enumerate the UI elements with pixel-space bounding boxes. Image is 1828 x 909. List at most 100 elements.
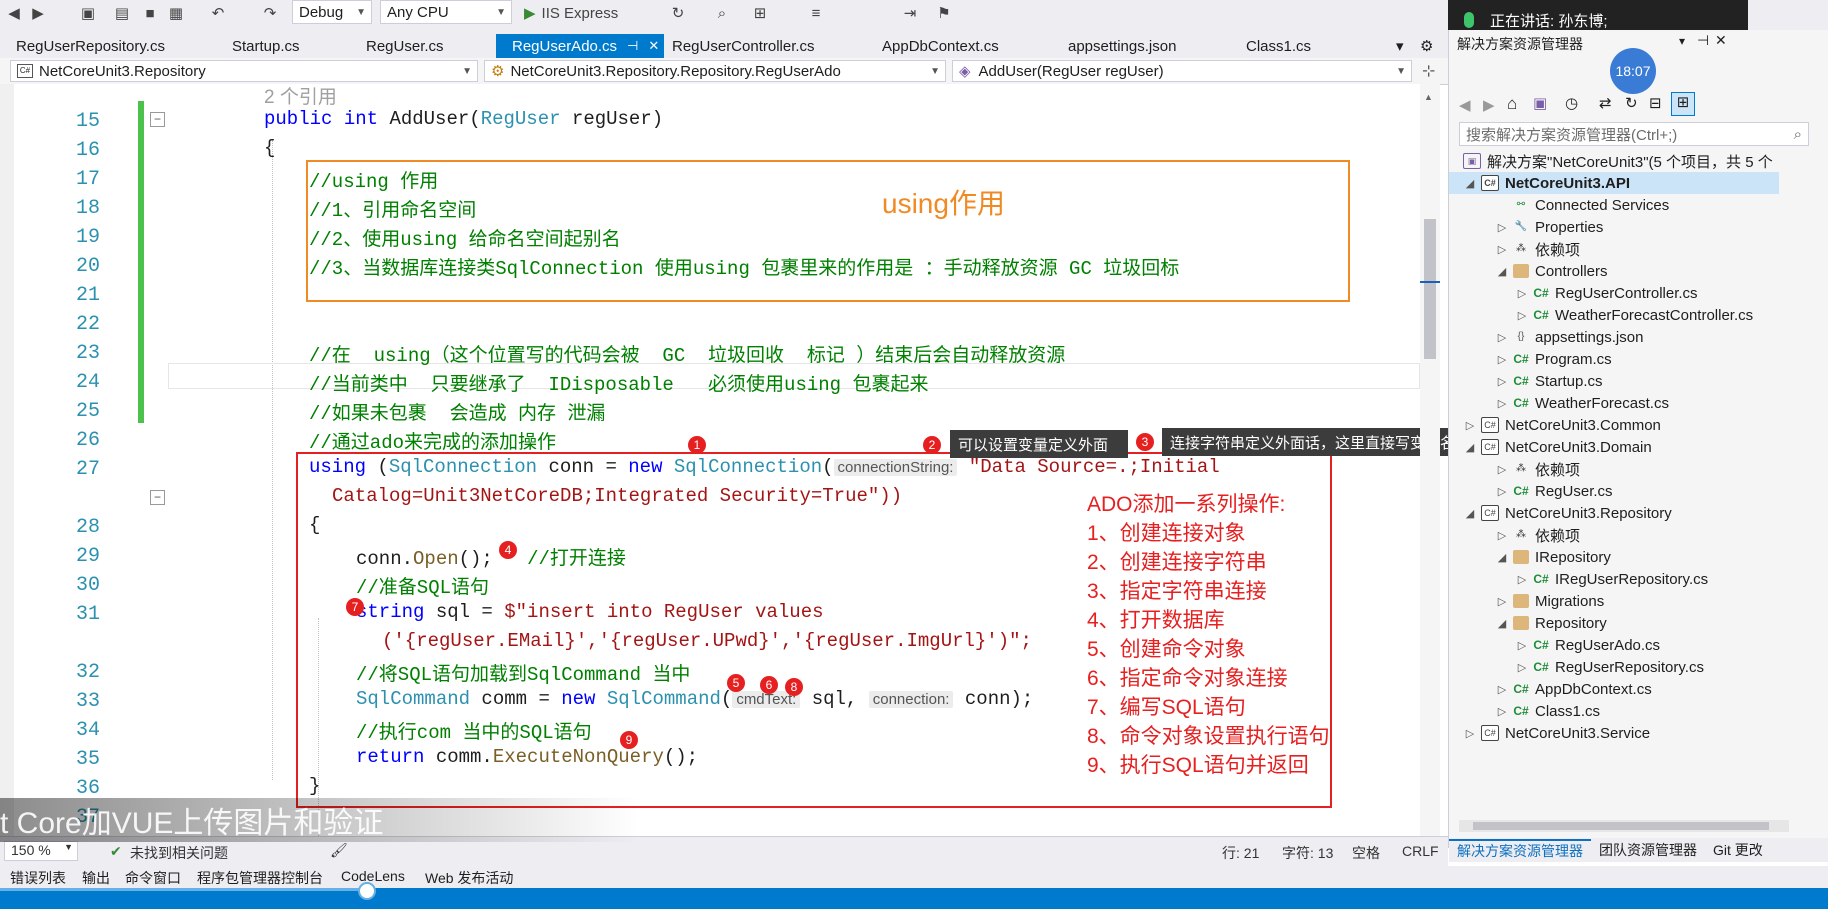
tree-item[interactable]: ▷ C# Program.cs bbox=[1495, 348, 1612, 370]
expand-icon[interactable]: ◢ bbox=[1495, 551, 1509, 564]
refresh-icon[interactable]: ↻ bbox=[1625, 94, 1638, 112]
sync-icon[interactable]: ⇄ bbox=[1599, 94, 1612, 112]
undo-icon[interactable]: ↶ bbox=[208, 2, 228, 24]
comment-icon[interactable]: ≡ bbox=[806, 2, 826, 24]
expand-icon[interactable]: ▷ bbox=[1495, 705, 1509, 718]
run-button[interactable]: ▶ IIS Express bbox=[524, 2, 644, 24]
pin-icon[interactable]: ⊣ bbox=[1697, 32, 1709, 49]
code-line-26[interactable]: //通过ado来完成的添加操作 bbox=[309, 427, 556, 454]
tree-item[interactable]: ⚯ Connected Services bbox=[1495, 194, 1669, 216]
tab-output[interactable]: 输出 bbox=[82, 868, 110, 888]
platform-select[interactable]: Any CPU ▼ bbox=[380, 0, 512, 24]
tab-solution-explorer[interactable]: 解决方案资源管理器 bbox=[1449, 839, 1591, 861]
browser-link-icon[interactable]: ⊞ bbox=[750, 2, 770, 24]
reference-count[interactable]: 2 个引用 bbox=[264, 84, 337, 109]
collapse-all-icon[interactable]: ⊟ bbox=[1649, 94, 1662, 112]
tree-item[interactable]: ▷ C# AppDbContext.cs bbox=[1495, 678, 1652, 700]
expand-icon[interactable]: ◢ bbox=[1495, 617, 1509, 630]
tree-item[interactable]: ◢ Controllers bbox=[1495, 260, 1608, 282]
save-icon[interactable]: ■ bbox=[140, 2, 160, 24]
column-indicator[interactable]: 字符: 13 bbox=[1282, 843, 1333, 863]
video-progress-bar[interactable] bbox=[0, 888, 366, 891]
expand-icon[interactable]: ▷ bbox=[1495, 595, 1509, 608]
tab-git-changes[interactable]: Git 更改 bbox=[1705, 840, 1771, 860]
collapse-toggle[interactable]: − bbox=[150, 112, 165, 127]
bookmark-icon[interactable]: ⚑ bbox=[934, 2, 954, 24]
class-dropdown[interactable]: ⚙ NetCoreUnit3.Repository.Repository.RegU… bbox=[484, 60, 946, 82]
expand-icon[interactable]: ▷ bbox=[1495, 331, 1509, 344]
expand-icon[interactable]: ▷ bbox=[1515, 661, 1529, 674]
solution-search-input[interactable]: 搜索解决方案资源管理器(Ctrl+;) ⌕ bbox=[1459, 122, 1809, 146]
expand-icon[interactable]: ◢ bbox=[1463, 177, 1477, 190]
tab-overflow-icon[interactable]: ▾ bbox=[1396, 34, 1404, 58]
back-icon[interactable]: ◀ bbox=[4, 2, 24, 24]
tree-item[interactable]: ▷ Migrations bbox=[1495, 590, 1604, 612]
tab-reguserado[interactable]: RegUserAdo.cs ⊣ ✕ bbox=[496, 34, 664, 58]
tree-item[interactable]: ▷ C# IRegUserRepository.cs bbox=[1515, 568, 1708, 590]
expand-icon[interactable]: ◢ bbox=[1495, 265, 1509, 278]
tree-item[interactable]: ▷ C# NetCoreUnit3.Service bbox=[1463, 722, 1650, 744]
expand-icon[interactable]: ▷ bbox=[1515, 573, 1529, 586]
tree-item[interactable]: ▷ C# RegUserAdo.cs bbox=[1515, 634, 1660, 656]
indent-icon[interactable]: ⇥ bbox=[900, 2, 920, 24]
tab-command-window[interactable]: 命令窗口 bbox=[125, 868, 181, 888]
horizontal-scrollbar[interactable] bbox=[1459, 820, 1789, 832]
tab-error-list[interactable]: 错误列表 bbox=[10, 868, 66, 888]
scrollbar-thumb[interactable] bbox=[1473, 822, 1769, 830]
refresh-icon[interactable]: ↻ bbox=[668, 2, 688, 24]
history-icon[interactable]: ◷ bbox=[1565, 94, 1578, 112]
tab-startup[interactable]: Startup.cs bbox=[216, 34, 300, 58]
expand-icon[interactable]: ▷ bbox=[1495, 463, 1509, 476]
tree-item[interactable]: ▷ C# Class1.cs bbox=[1495, 700, 1600, 722]
tab-appsettings[interactable]: appsettings.json bbox=[1052, 34, 1176, 58]
tree-item[interactable]: ▷ C# RegUserRepository.cs bbox=[1515, 656, 1704, 678]
tab-reguserrepository[interactable]: RegUserRepository.cs bbox=[0, 34, 165, 58]
tab-class1[interactable]: Class1.cs bbox=[1230, 34, 1311, 58]
expand-icon[interactable]: ▷ bbox=[1463, 727, 1477, 740]
save-all-icon[interactable]: ▦ bbox=[166, 2, 186, 24]
expand-icon[interactable]: ▷ bbox=[1515, 309, 1529, 322]
tree-item[interactable]: ▣ 解决方案"NetCoreUnit3"(5 个项目，共 5 个 bbox=[1459, 150, 1773, 172]
switch-view-icon[interactable]: ▣ bbox=[1533, 94, 1547, 112]
code-line-16[interactable]: { bbox=[264, 137, 275, 159]
expand-icon[interactable]: ◢ bbox=[1463, 507, 1477, 520]
issues-label[interactable]: 未找到相关问题 bbox=[130, 843, 228, 863]
scrollbar-thumb[interactable] bbox=[1424, 219, 1436, 359]
find-icon[interactable]: ⌕ bbox=[712, 2, 732, 24]
tree-item[interactable]: ▷ C# RegUser.cs bbox=[1495, 480, 1613, 502]
collapse-toggle[interactable]: − bbox=[150, 490, 165, 505]
dropdown-icon[interactable]: ▾ bbox=[1679, 34, 1685, 48]
expand-icon[interactable]: ▷ bbox=[1495, 397, 1509, 410]
tree-item[interactable]: ▷ C# WeatherForecastController.cs bbox=[1515, 304, 1753, 326]
member-dropdown[interactable]: ◈ AddUser(RegUser regUser) ▼ bbox=[952, 60, 1412, 82]
tree-item[interactable]: ▷ C# Startup.cs bbox=[1495, 370, 1603, 392]
tree-item[interactable]: ▷ C# NetCoreUnit3.Common bbox=[1463, 414, 1661, 436]
tab-web-publish[interactable]: Web 发布活动 bbox=[425, 868, 513, 888]
editor-scrollbar[interactable]: ▲ bbox=[1420, 84, 1440, 844]
code-line-25[interactable]: //如果未包裹 会造成 内存 泄漏 bbox=[309, 398, 605, 425]
line-ending-indicator[interactable]: CRLF bbox=[1402, 843, 1439, 859]
tree-item[interactable]: ◢ IRepository bbox=[1495, 546, 1611, 568]
tree-item[interactable]: ◢ C# NetCoreUnit3.Repository bbox=[1463, 502, 1672, 524]
expand-icon[interactable]: ◢ bbox=[1463, 441, 1477, 454]
configuration-select[interactable]: Debug ▼ bbox=[292, 0, 372, 24]
whitespace-indicator[interactable]: 空格 bbox=[1352, 843, 1380, 863]
code-line-15[interactable]: public int AddUser(RegUser regUser) bbox=[264, 108, 663, 130]
tab-appdbcontext[interactable]: AppDbContext.cs bbox=[866, 34, 999, 58]
tree-item[interactable]: ◢ Repository bbox=[1495, 612, 1607, 634]
tree-item[interactable]: ▷ ⁂ 依赖项 bbox=[1495, 238, 1580, 260]
code-line-23[interactable]: //在 using（这个位置写的代码会被 GC 垃圾回收 标记 ）结束后会自动释… bbox=[309, 340, 1065, 367]
expand-icon[interactable]: ▷ bbox=[1463, 419, 1477, 432]
home-icon[interactable]: ⌂ bbox=[1507, 94, 1517, 114]
redo-icon[interactable]: ↷ bbox=[260, 2, 280, 24]
tab-reguser[interactable]: RegUser.cs bbox=[350, 34, 444, 58]
tab-codelens[interactable]: CodeLens bbox=[341, 868, 405, 884]
expand-icon[interactable]: ▷ bbox=[1515, 287, 1529, 300]
tree-item[interactable]: ▷ {} appsettings.json bbox=[1495, 326, 1644, 348]
settings-icon[interactable]: ⚙ bbox=[1420, 34, 1433, 58]
zoom-select[interactable]: 150 % ▼ bbox=[4, 841, 78, 861]
back-icon[interactable]: ◀ bbox=[1459, 96, 1471, 114]
expand-icon[interactable]: ▷ bbox=[1515, 639, 1529, 652]
expand-icon[interactable]: ▷ bbox=[1495, 221, 1509, 234]
show-all-files-icon[interactable]: ⊞ bbox=[1671, 92, 1695, 116]
